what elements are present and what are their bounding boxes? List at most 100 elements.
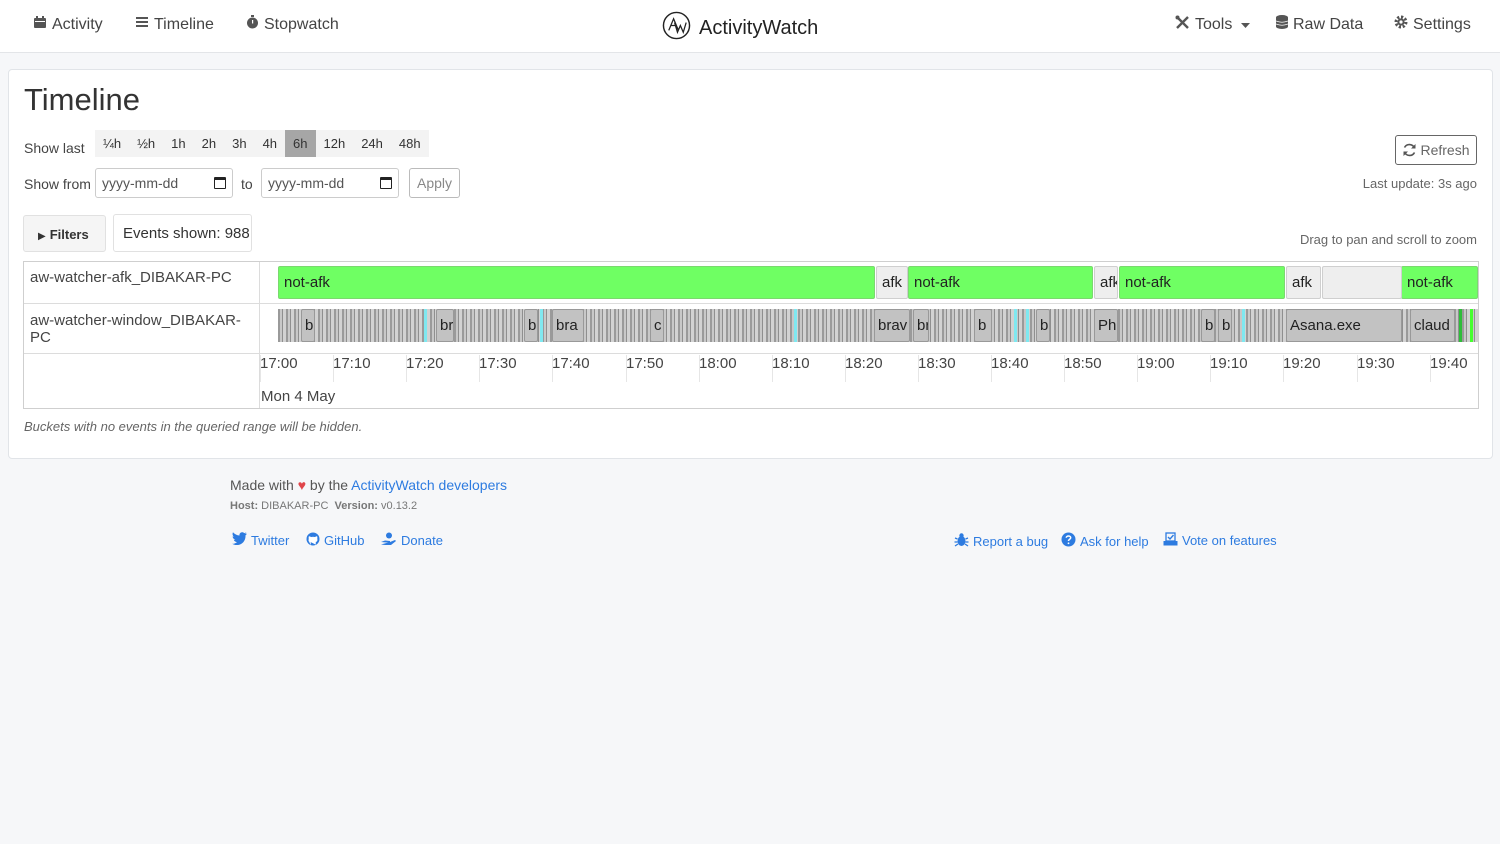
database-icon: [1275, 15, 1289, 34]
range-button[interactable]: 12h: [316, 130, 354, 157]
nav-raw-data[interactable]: Raw Data: [1275, 15, 1363, 34]
vote-features-label: Vote on features: [1182, 533, 1277, 548]
page-title: Timeline: [24, 82, 140, 117]
range-button[interactable]: 24h: [353, 130, 391, 157]
afk-event[interactable]: afk: [876, 266, 908, 299]
tick-label: 17:40: [552, 355, 590, 372]
activitywatch-logo-icon: [662, 11, 691, 46]
report-bug-link[interactable]: Report a bug: [954, 532, 1048, 550]
window-event[interactable]: brav: [874, 309, 910, 342]
window-event[interactable]: c: [650, 309, 664, 342]
show-from-label: Show from: [24, 176, 91, 192]
caret-right-icon: ▶: [38, 231, 46, 242]
nav-timeline[interactable]: Timeline: [135, 15, 214, 34]
filters-toggle[interactable]: ▶ Filters: [23, 215, 106, 252]
window-event[interactable]: Asana.exe: [1286, 309, 1402, 342]
range-button[interactable]: ¼h: [95, 130, 129, 157]
github-link[interactable]: GitHub: [306, 532, 364, 549]
to-date-input[interactable]: yyyy-mm-dd: [261, 168, 399, 198]
window-event-mark[interactable]: [1014, 309, 1017, 342]
tick-label: 17:20: [406, 355, 444, 372]
refresh-button[interactable]: Refresh: [1395, 135, 1477, 165]
range-button[interactable]: ½h: [129, 130, 163, 157]
range-button[interactable]: 48h: [391, 130, 429, 157]
bucket-label-window: aw-watcher-window_DIBAKAR-PC: [30, 312, 241, 346]
afk-event[interactable]: afk: [1094, 266, 1118, 299]
afk-event-blank[interactable]: [1322, 266, 1402, 299]
donate-hand-icon: [381, 532, 397, 549]
window-event[interactable]: b: [301, 309, 315, 342]
tick-label: 18:40: [991, 355, 1029, 372]
window-event[interactable]: claud: [1410, 309, 1455, 342]
window-event[interactable]: b: [1218, 309, 1232, 342]
vote-features-link[interactable]: Vote on features: [1163, 532, 1277, 549]
window-event-mark[interactable]: [1242, 309, 1245, 342]
nav-timeline-label: Timeline: [154, 15, 214, 33]
tick-label: 19:20: [1283, 355, 1321, 372]
host-value: DIBAKAR-PC: [261, 500, 329, 512]
afk-event[interactable]: not-afk: [278, 266, 875, 299]
window-event-mark[interactable]: [1459, 309, 1462, 342]
made-with-text: Made with: [230, 477, 294, 493]
afk-event[interactable]: not-afk: [1119, 266, 1285, 299]
bug-icon: [954, 532, 969, 550]
bucket-label-afk: aw-watcher-afk_DIBAKAR-PC: [30, 269, 232, 286]
tick-label: 17:00: [260, 355, 298, 372]
from-date-input[interactable]: yyyy-mm-dd: [95, 168, 233, 198]
question-circle-icon: [1061, 532, 1076, 550]
nav-activity-label: Activity: [52, 15, 103, 33]
window-event[interactable]: b: [974, 309, 992, 342]
version-value: v0.13.2: [381, 500, 418, 512]
ask-help-label: Ask for help: [1080, 533, 1149, 549]
top-navbar: Activity Timeline Stopwatch ActivityWatc…: [0, 0, 1500, 53]
show-last-label: Show last: [24, 140, 85, 156]
nav-tools-dropdown[interactable]: Tools: [1175, 15, 1251, 35]
tick-label: 19:30: [1357, 355, 1395, 372]
ask-help-link[interactable]: Ask for help: [1061, 532, 1149, 550]
afk-event[interactable]: afk: [1286, 266, 1321, 299]
tick-label: 18:20: [845, 355, 883, 372]
calendar-picker-icon[interactable]: [380, 177, 392, 189]
window-event[interactable]: br: [913, 309, 929, 342]
calendar-icon: [33, 15, 47, 34]
to-label: to: [241, 176, 253, 192]
drag-hint: Drag to pan and scroll to zoom: [1299, 232, 1477, 247]
afk-event[interactable]: not-afk: [1401, 266, 1478, 299]
window-event[interactable]: br: [436, 309, 454, 342]
nav-stopwatch[interactable]: Stopwatch: [246, 15, 339, 34]
nav-settings[interactable]: Settings: [1394, 15, 1471, 34]
range-button[interactable]: 2h: [194, 130, 224, 157]
brand[interactable]: ActivityWatch: [662, 11, 818, 46]
range-button[interactable]: 4h: [255, 130, 285, 157]
afk-event[interactable]: not-afk: [908, 266, 1093, 299]
tick-label: 18:30: [918, 355, 956, 372]
by-the-text: by the: [309, 477, 349, 493]
nav-activity[interactable]: Activity: [33, 15, 103, 34]
window-event-mark[interactable]: [794, 309, 797, 342]
range-button[interactable]: 1h: [163, 130, 193, 157]
window-event[interactable]: b: [1201, 309, 1215, 342]
window-event[interactable]: b: [1036, 309, 1050, 342]
tick-label: 17:30: [479, 355, 517, 372]
window-event-mark[interactable]: [1470, 309, 1473, 342]
window-event[interactable]: Ph: [1094, 309, 1118, 342]
range-button[interactable]: 3h: [224, 130, 254, 157]
events-shown-badge: Events shown: 988: [113, 214, 252, 252]
range-button[interactable]: 6h: [285, 130, 316, 157]
window-event-mark[interactable]: [424, 309, 427, 342]
hidden-buckets-note: Buckets with no events in the queried ra…: [24, 419, 363, 434]
date-label: Mon 4 May: [261, 388, 336, 405]
github-icon: [306, 532, 320, 549]
apply-button[interactable]: Apply: [409, 168, 460, 198]
donate-label: Donate: [401, 533, 443, 548]
twitter-label: Twitter: [251, 532, 290, 548]
window-event[interactable]: b: [524, 309, 538, 342]
window-event-mark[interactable]: [540, 309, 543, 342]
twitter-link[interactable]: Twitter: [232, 532, 289, 548]
calendar-picker-icon[interactable]: [214, 177, 226, 189]
donate-link[interactable]: Donate: [381, 532, 443, 549]
developers-link[interactable]: ActivityWatch developers: [351, 477, 507, 493]
window-event-mark[interactable]: [1026, 309, 1029, 342]
window-event[interactable]: bra: [552, 309, 584, 342]
timeline-chart[interactable]: aw-watcher-afk_DIBAKAR-PC aw-watcher-win…: [23, 261, 1479, 409]
